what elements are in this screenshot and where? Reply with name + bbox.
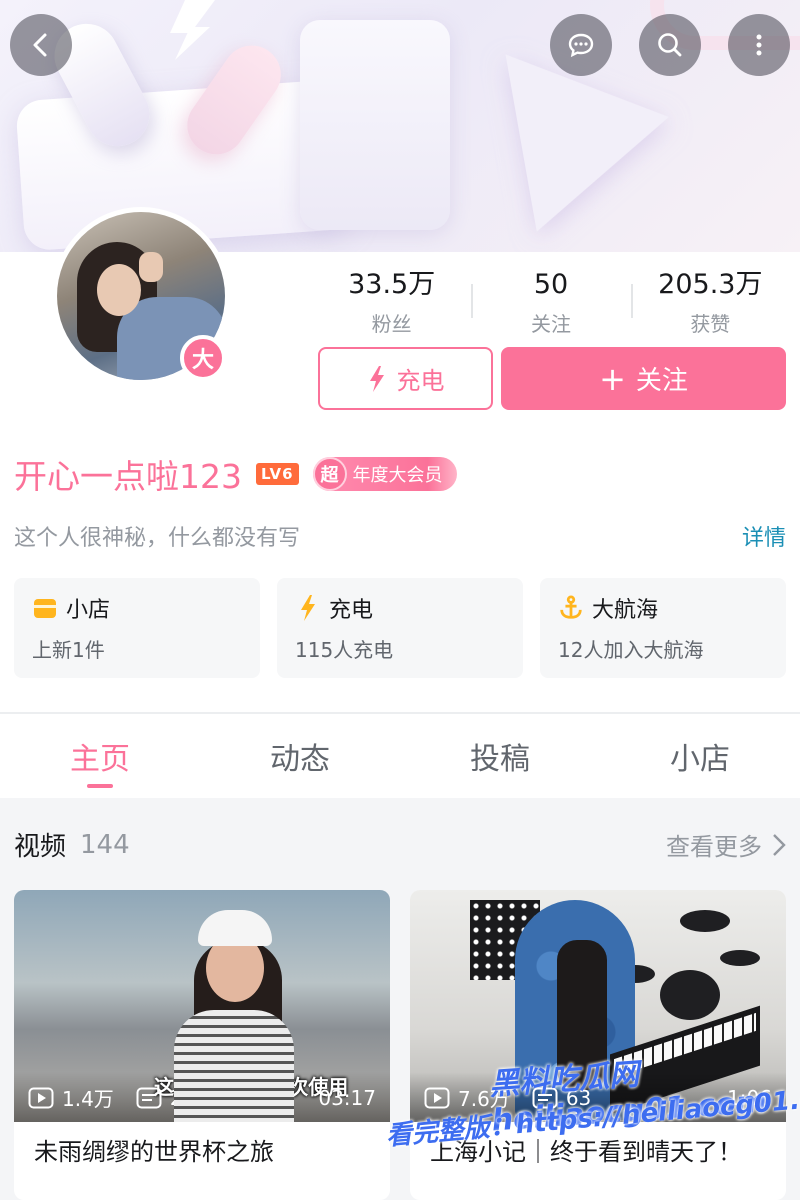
card-title: 小店 (66, 598, 111, 623)
card-charge[interactable]: 充电 115人充电 (277, 578, 523, 678)
stat-value: 205.3万 (658, 269, 763, 300)
back-button[interactable] (10, 14, 72, 76)
banner-decoration (170, 0, 215, 60)
video-card[interactable]: 这是大袋子第n次使用 1.4万 27 03:17 未雨绸缪的世界杯之旅 (14, 890, 390, 1200)
section-count: 144 (80, 829, 130, 860)
video-duration: 03:17 (318, 1085, 376, 1110)
username-row: 开心一点啦123 LV6 超 年度大会员 (14, 450, 457, 498)
stat-label: 粉丝 (371, 312, 412, 336)
card-title: 充电 (329, 598, 374, 623)
detail-link[interactable]: 详情 (742, 520, 786, 552)
chat-bubble-icon (568, 33, 594, 58)
search-icon (658, 33, 682, 57)
banner-decoration (300, 20, 450, 230)
stat-fans[interactable]: 33.5万 粉丝 (312, 268, 471, 338)
more-vertical-icon (756, 34, 762, 56)
card-subtitle: 上新1件 (32, 638, 105, 662)
tab-dynamics[interactable]: 动态 (200, 714, 400, 798)
section-title: 视频 (14, 832, 67, 862)
tab-uploads[interactable]: 投稿 (400, 714, 600, 798)
play-count: 1.4万 (62, 1087, 114, 1111)
charge-button[interactable]: 充电 (318, 347, 493, 410)
profile-tabs: 主页 动态 投稿 小店 (0, 714, 800, 798)
vip-mark-icon: 超 (312, 457, 347, 491)
play-count-icon (28, 1087, 54, 1108)
verified-badge: 大 (180, 335, 226, 381)
stat-label: 获赞 (690, 312, 731, 336)
card-subtitle: 12人加入大航海 (558, 638, 704, 662)
view-more-label: 查看更多 (666, 833, 762, 861)
stat-label: 关注 (530, 312, 571, 336)
play-count-icon (424, 1087, 450, 1108)
lightning-icon (369, 365, 384, 392)
search-button[interactable] (639, 14, 701, 76)
tab-home[interactable]: 主页 (0, 714, 200, 798)
card-guard[interactable]: 大航海 12人加入大航海 (540, 578, 786, 678)
lightning-icon (295, 595, 321, 621)
message-button[interactable] (550, 14, 612, 76)
danmaku-icon (136, 1087, 162, 1108)
follow-button[interactable]: + 关注 (501, 347, 786, 410)
stat-following[interactable]: 50 关注 (471, 268, 630, 338)
chevron-right-icon (773, 833, 786, 856)
more-button[interactable] (728, 14, 790, 76)
back-arrow-icon (33, 33, 47, 57)
vip-label: 年度大会员 (352, 465, 443, 486)
card-title: 大航海 (592, 598, 659, 623)
anchor-icon (558, 595, 584, 621)
charge-button-label: 充电 (396, 367, 445, 395)
card-subtitle: 115人充电 (295, 638, 394, 662)
plus-icon: + (599, 359, 626, 398)
level-badge[interactable]: LV6 (256, 463, 299, 485)
vip-badge[interactable]: 超 年度大会员 (312, 457, 457, 491)
shop-icon (32, 595, 58, 621)
view-more-link[interactable]: 查看更多 (666, 827, 786, 862)
feature-cards: 小店 上新1件 充电 115人充电 大航海 12人加入大航海 (14, 578, 786, 678)
stat-value: 50 (533, 269, 569, 300)
profile-stats: 33.5万 粉丝 50 关注 205.3万 获赞 (312, 268, 790, 338)
bio-text: 这个人很神秘，什么都没有写 (14, 526, 301, 551)
stat-likes[interactable]: 205.3万 获赞 (630, 268, 790, 338)
video-title: 未雨绸缪的世界杯之旅 (34, 1138, 274, 1166)
username: 开心一点啦123 (14, 457, 242, 496)
card-shop[interactable]: 小店 上新1件 (14, 578, 260, 678)
follow-button-label: 关注 (635, 366, 688, 396)
tab-shop[interactable]: 小店 (600, 714, 800, 798)
stat-value: 33.5万 (348, 269, 436, 300)
videos-section-header: 视频 144 查看更多 (14, 826, 786, 863)
video-thumbnail: 这是大袋子第n次使用 1.4万 27 03:17 (14, 890, 390, 1122)
